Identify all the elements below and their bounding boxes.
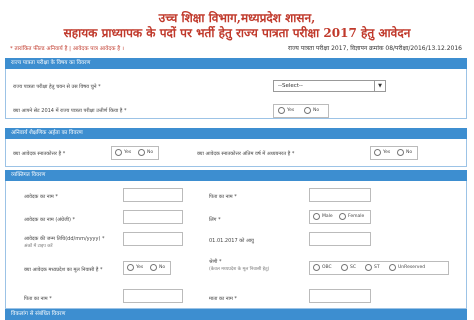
applicant-name-english-input[interactable] [123, 210, 183, 224]
category-radio-group: OBC SC ST UnReserved [309, 261, 449, 275]
gender-label: लिंग * [209, 217, 221, 223]
section-header-disability: विकलांग से संबंधित विवरण [5, 309, 467, 320]
gender-male[interactable]: Male [313, 213, 333, 220]
radio-icon [341, 264, 348, 271]
chevron-down-icon: ▼ [374, 81, 385, 91]
mp-native-label: क्या आवेदक मध्यप्रदेश का मूल निवासी है * [24, 267, 103, 273]
father-name-input[interactable] [309, 188, 371, 202]
previous-exam-radio-group: Yes No [273, 104, 329, 118]
category-obc[interactable]: OBC [313, 264, 332, 271]
age-input[interactable] [309, 232, 371, 246]
radio-icon [397, 149, 404, 156]
pg-yes[interactable]: Yes [115, 149, 131, 156]
section-header-qualification: अनिवार्य शैक्षणिक अर्हता का विवरण [5, 128, 467, 139]
final-year-label: क्या आवेदक स्नातकोत्तर अंतिम वर्ष में अध… [197, 151, 295, 157]
mp-native-yes[interactable]: Yes [127, 264, 143, 271]
subject-label: राज्य पात्रता परीक्षा हेतु चयन से उस विष… [13, 84, 101, 90]
father-name-2-input[interactable] [123, 289, 183, 303]
father-name-2-label: पिता का नाम * [24, 296, 52, 302]
category-sc[interactable]: SC [341, 264, 356, 271]
section-header-exam: राज्य पात्रता परीक्षा के विषय का विवरण [5, 58, 467, 69]
category-label: श्रेणी * [209, 259, 222, 265]
father-name-label: पिता का नाम * [209, 194, 237, 200]
applicant-name-input[interactable] [123, 188, 183, 202]
dob-label: आवेदक की जन्म तिथि(dd/mm/yyyy) * [24, 236, 105, 242]
radio-icon [150, 264, 157, 271]
subject-select-value: --Select-- [278, 83, 303, 89]
previous-exam-yes[interactable]: Yes [278, 107, 294, 114]
radio-icon [115, 149, 122, 156]
section-body-personal [5, 181, 467, 309]
dob-input[interactable] [123, 232, 183, 246]
radio-icon [365, 264, 372, 271]
radio-icon [339, 213, 346, 220]
category-unreserved[interactable]: UnReserved [389, 264, 425, 271]
radio-icon [127, 264, 134, 271]
mp-native-radio-group: Yes No [123, 261, 171, 275]
mandatory-note: * तारांकित फील्ड अनिवार्य है | आवेदक पात… [10, 46, 124, 52]
radio-icon [278, 107, 285, 114]
applicant-name-english-label: आवेदक का नाम (अंग्रेजी) * [24, 217, 75, 223]
dob-hint: अंकों में टाइप करें [24, 244, 53, 249]
section-header-personal: व्यक्तिगत विवरण [5, 170, 467, 181]
gender-female[interactable]: Female [339, 213, 364, 220]
previous-exam-label: क्या आपने सेट 2014 में राज्य पात्रता परी… [13, 108, 127, 114]
final-year-no[interactable]: No [397, 149, 412, 156]
radio-icon [138, 149, 145, 156]
mp-native-no[interactable]: No [150, 264, 165, 271]
category-st[interactable]: ST [365, 264, 380, 271]
final-year-radio-group: Yes No [370, 146, 418, 160]
pg-radio-group: Yes No [111, 146, 159, 160]
radio-icon [374, 149, 381, 156]
gender-radio-group: Male Female [309, 210, 371, 224]
subject-select[interactable]: --Select-- ▼ [273, 80, 386, 92]
age-label: 01.01.2017 को आयु [209, 238, 254, 244]
applicant-name-label: आवेदक का नाम * [24, 194, 58, 200]
radio-icon [313, 213, 320, 220]
final-year-yes[interactable]: Yes [374, 149, 390, 156]
radio-icon [313, 264, 320, 271]
radio-icon [304, 107, 311, 114]
pg-label: क्या आवेदक स्नातकोत्तर है * [13, 151, 66, 157]
radio-icon [389, 264, 396, 271]
mother-name-input[interactable] [309, 289, 371, 303]
pg-no[interactable]: No [138, 149, 153, 156]
form-title: सहायक प्राध्यापक के पदों पर भर्ती हेतु र… [63, 26, 411, 40]
advertisement-note: राज्य पात्रता परीक्षा 2017, विज्ञापन क्र… [287, 45, 462, 52]
previous-exam-no[interactable]: No [304, 107, 319, 114]
mother-name-label: माता का नाम * [209, 296, 237, 302]
category-hint: (केवल मध्यप्रदेश के मूल निवासी हेतु) [209, 267, 270, 272]
